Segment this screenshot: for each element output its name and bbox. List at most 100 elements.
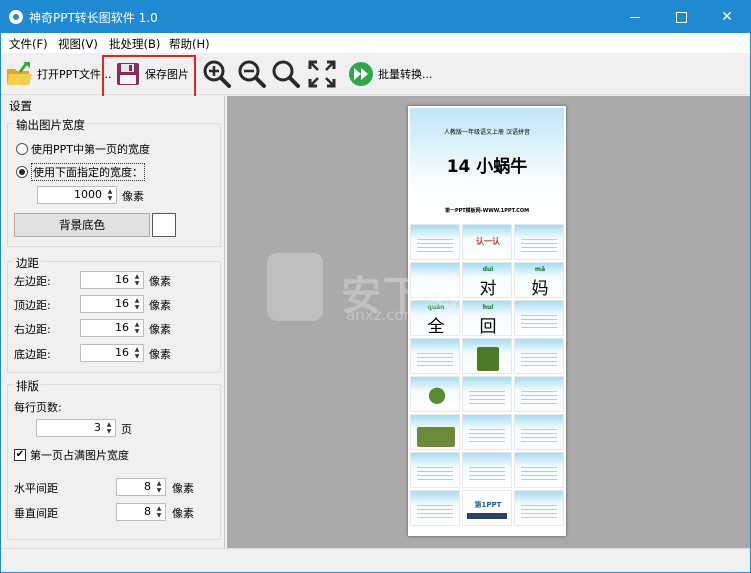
- logo-bar: [467, 513, 507, 519]
- zoom-in-icon: [203, 60, 231, 88]
- settings-panel: 设置 输出图片宽度 使用PPT中第一页的宽度 使用下面指定的宽度： 1000 ▲…: [3, 96, 225, 548]
- slide-cover-title: 14 小蜗牛: [446, 157, 528, 177]
- pinyin-label: mā: [534, 266, 546, 273]
- app-window: 神奇PPT转长图软件 1.0 ✕ 文件(F) 视图(V) 批处理(B) 帮助(H…: [0, 0, 751, 573]
- v-spacing-label: 垂直间距: [14, 507, 58, 520]
- magnifier-icon: [272, 60, 300, 88]
- slide-thumb: 第1PPT: [462, 490, 512, 526]
- slide-thumb: [514, 414, 564, 450]
- top-margin-spinbox[interactable]: 16 ▲ ▼: [80, 295, 144, 313]
- top-margin-label: 顶边距:: [14, 299, 51, 312]
- spin-arrows-icon[interactable]: ▲ ▼: [106, 188, 114, 202]
- slide-thumb: huí 回: [462, 300, 512, 337]
- fast-forward-icon: [349, 62, 373, 86]
- layout-title: 排版: [14, 378, 41, 394]
- slide-cover-subtitle: 人教版一年级语文上册 汉语拼音: [444, 129, 530, 136]
- close-button[interactable]: ✕: [704, 1, 750, 33]
- preview-area[interactable]: 人教版一年级语文上册 汉语拼音 14 小蜗牛 第一PPT模板网-WWW.1PPT…: [227, 96, 750, 548]
- highlight-frame: [102, 55, 196, 100]
- menu-bar: 文件(F) 视图(V) 批处理(B) 帮助(H): [1, 33, 750, 53]
- maximize-button[interactable]: [658, 1, 704, 33]
- v-spacing-unit: 像素: [172, 507, 194, 520]
- right-margin-unit: 像素: [149, 323, 171, 336]
- radio-circle-selected: [16, 166, 28, 178]
- slide-thumb: [514, 452, 564, 488]
- window-title: 神奇PPT转长图软件 1.0: [29, 11, 158, 25]
- h-spacing-spinbox[interactable]: 8 ▲ ▼: [116, 478, 166, 496]
- batch-convert-label: 批量转换...: [378, 68, 433, 81]
- slide-thumb: [514, 338, 564, 374]
- top-margin-value: 16: [115, 297, 129, 310]
- right-margin-value: 16: [115, 321, 129, 334]
- hanzi-char: 回: [479, 317, 497, 337]
- open-folder-icon: [7, 62, 32, 85]
- hanzi-char: 对: [479, 279, 497, 299]
- slide-thumb: [462, 338, 512, 374]
- slide-cover: 人教版一年级语文上册 汉语拼音 14 小蜗牛 第一PPT模板网-WWW.1PPT…: [410, 108, 564, 222]
- fit-window-button[interactable]: [307, 57, 337, 91]
- spin-arrows-icon[interactable]: ▲ ▼: [133, 346, 141, 360]
- bottom-margin-unit: 像素: [149, 348, 171, 361]
- first-page-full-checkbox[interactable]: ✔ 第一页占满图片宽度: [14, 447, 129, 463]
- slide-cover-footer: 第一PPT模板网-WWW.1PPT.COM: [444, 208, 530, 214]
- margin-group: 边距 左边距: 16 ▲ ▼ 像素 顶边距: 16 ▲ ▼ 像素 右边距: 16 ▲…: [7, 255, 221, 373]
- v-spacing-value: 8: [144, 505, 151, 518]
- check-mark-icon: ✔: [14, 449, 26, 461]
- spin-arrows-icon[interactable]: ▲ ▼: [133, 273, 141, 287]
- radio-first-page-label: 使用PPT中第一页的宽度: [31, 143, 150, 156]
- per-row-unit: 页: [121, 423, 132, 436]
- output-width-group: 输出图片宽度 使用PPT中第一页的宽度 使用下面指定的宽度： 1000 ▲ ▼ 像…: [7, 117, 221, 247]
- menu-file[interactable]: 文件(F): [9, 36, 48, 52]
- settings-title: 设置: [9, 99, 32, 113]
- per-row-value: 3: [94, 421, 101, 434]
- long-image-preview[interactable]: 人教版一年级语文上册 汉语拼音 14 小蜗牛 第一PPT模板网-WWW.1PPT…: [408, 106, 566, 536]
- spin-arrows-icon[interactable]: ▲ ▼: [105, 421, 113, 435]
- slide-thumb: [514, 224, 564, 260]
- menu-batch[interactable]: 批处理(B): [109, 36, 160, 52]
- width-spinbox[interactable]: 1000 ▲ ▼: [37, 186, 117, 204]
- radio-custom-width[interactable]: 使用下面指定的宽度：: [16, 163, 145, 181]
- spin-arrows-icon[interactable]: ▲ ▼: [155, 480, 163, 494]
- h-spacing-label: 水平间距: [14, 482, 58, 495]
- photo-thumbnail: [417, 427, 455, 447]
- right-margin-spinbox[interactable]: 16 ▲ ▼: [80, 319, 144, 337]
- open-ppt-button[interactable]: 打开PPT文件...: [5, 57, 111, 91]
- per-row-spinbox[interactable]: 3 ▲ ▼: [36, 419, 116, 437]
- slide-thumb: duì 对: [462, 262, 512, 299]
- margin-title: 边距: [14, 255, 41, 271]
- title-bar: 神奇PPT转长图软件 1.0 ✕: [1, 1, 750, 33]
- slide-thumb: [462, 414, 512, 450]
- menu-view[interactable]: 视图(V): [58, 36, 98, 52]
- minimize-button[interactable]: [612, 1, 658, 33]
- spin-arrows-icon[interactable]: ▲ ▼: [155, 505, 163, 519]
- slide-thumb: [514, 376, 564, 412]
- tree-image: [425, 387, 449, 409]
- slide-thumb: [514, 300, 564, 336]
- background-color-button[interactable]: 背景底色: [14, 213, 150, 237]
- first-page-full-label: 第一页占满图片宽度: [30, 449, 129, 462]
- h-spacing-value: 8: [144, 480, 151, 493]
- slide-thumb: [514, 490, 564, 526]
- photo-thumbnail: [477, 347, 499, 371]
- h-spacing-unit: 像素: [172, 482, 194, 495]
- zoom-actual-button[interactable]: [271, 57, 301, 91]
- bottom-margin-spinbox[interactable]: 16 ▲ ▼: [80, 344, 144, 362]
- zoom-in-button[interactable]: [202, 57, 232, 91]
- spin-arrows-icon[interactable]: ▲ ▼: [133, 297, 141, 311]
- left-margin-spinbox[interactable]: 16 ▲ ▼: [80, 271, 144, 289]
- slide-thumb: [410, 452, 460, 488]
- toolbar: 打开PPT文件... 保存图片 批量转换...: [1, 53, 750, 100]
- background-color-swatch[interactable]: [152, 213, 176, 237]
- per-row-label: 每行页数:: [14, 401, 62, 414]
- slide-thumb: 认一认: [462, 224, 512, 260]
- batch-convert-button[interactable]: 批量转换...: [348, 57, 433, 91]
- radio-first-page-width[interactable]: 使用PPT中第一页的宽度: [16, 141, 150, 157]
- menu-help[interactable]: 帮助(H): [169, 36, 210, 52]
- spin-arrows-icon[interactable]: ▲ ▼: [133, 321, 141, 335]
- radio-circle: [16, 143, 28, 155]
- slide-thumb: [410, 376, 460, 412]
- zoom-out-button[interactable]: [237, 57, 267, 91]
- left-margin-unit: 像素: [149, 275, 171, 288]
- bottom-margin-value: 16: [115, 346, 129, 359]
- v-spacing-spinbox[interactable]: 8 ▲ ▼: [116, 503, 166, 521]
